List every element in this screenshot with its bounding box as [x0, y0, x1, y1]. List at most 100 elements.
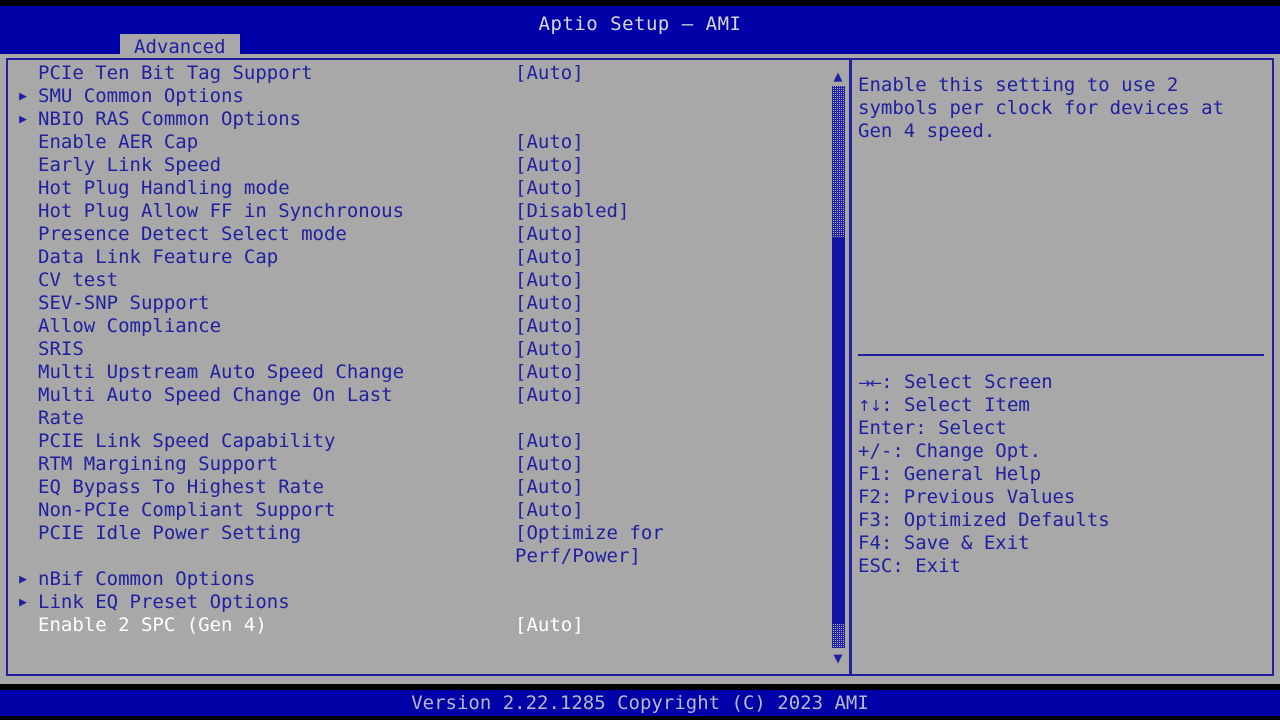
setting-label: SMU Common Options — [38, 85, 244, 107]
setting-row[interactable]: ▶ SMU Common Options — [10, 85, 822, 108]
setting-value[interactable]: [Auto] — [515, 292, 584, 315]
setting-label: Rate — [38, 407, 84, 429]
setting-row[interactable]: Early Link Speed [Auto] — [10, 154, 822, 177]
setting-row[interactable]: Enable 2 SPC (Gen 4) [Auto] — [10, 614, 822, 637]
setting-row[interactable]: Hot Plug Handling mode [Auto] — [10, 177, 822, 200]
setting-row[interactable]: ▶ NBIO RAS Common Options — [10, 108, 822, 131]
key-hint: F4: Save & Exit — [858, 532, 1268, 555]
setting-label: NBIO RAS Common Options — [38, 108, 302, 130]
setting-row[interactable]: Enable AER Cap [Auto] — [10, 131, 822, 154]
setting-row[interactable]: PCIE Idle Power Setting [Optimize for — [10, 522, 822, 545]
setting-label: Multi Auto Speed Change On Last — [38, 384, 393, 406]
setting-value[interactable]: [Auto] — [515, 430, 584, 453]
setting-value[interactable]: [Auto] — [515, 269, 584, 292]
page-title: Aptio Setup – AMI — [538, 13, 742, 35]
setting-row[interactable]: Allow Compliance [Auto] — [10, 315, 822, 338]
help-separator — [858, 354, 1264, 356]
setting-row[interactable]: EQ Bypass To Highest Rate [Auto] — [10, 476, 822, 499]
setting-label: Multi Upstream Auto Speed Change — [38, 361, 405, 383]
setting-row[interactable]: Perf/Power] — [10, 545, 822, 568]
arrow-keys-icon: →← — [858, 374, 882, 392]
setting-label: EQ Bypass To Highest Rate — [38, 476, 324, 498]
setting-value[interactable]: [Auto] — [515, 499, 584, 522]
setting-row[interactable]: Rate — [10, 407, 822, 430]
bios-setup-screen: Aptio Setup – AMI Advanced PCIe Ten Bit … — [0, 0, 1280, 720]
arrow-keys-icon: ↑↓ — [858, 397, 882, 415]
key-hint: F2: Previous Values — [858, 486, 1268, 509]
setting-row[interactable]: Non-PCIe Compliant Support [Auto] — [10, 499, 822, 522]
key-hint-label: Enter: Select — [858, 417, 1007, 439]
setting-value[interactable]: Perf/Power] — [515, 545, 641, 568]
setting-label: PCIE Link Speed Capability — [38, 430, 336, 452]
key-hint-label: +/-: Change Opt. — [858, 440, 1042, 462]
setting-row[interactable]: RTM Margining Support [Auto] — [10, 453, 822, 476]
key-hint-label: F4: Save & Exit — [858, 532, 1030, 554]
setting-row[interactable]: SEV-SNP Support [Auto] — [10, 292, 822, 315]
setting-row[interactable]: ▶ nBif Common Options — [10, 568, 822, 591]
key-hint-label: : Select Item — [881, 394, 1030, 416]
setting-row[interactable]: Hot Plug Allow FF in Synchronous [Disable… — [10, 200, 822, 223]
submenu-arrow-icon: ▶ — [19, 572, 27, 587]
setting-value[interactable]: [Auto] — [515, 361, 584, 384]
setting-label: Hot Plug Allow FF in Synchronous — [38, 200, 405, 222]
setting-value[interactable]: [Auto] — [515, 154, 584, 177]
setting-label: Hot Plug Handling mode — [38, 177, 290, 199]
help-panel: Enable this setting to use 2 symbols per… — [858, 66, 1270, 670]
setting-row[interactable]: Multi Auto Speed Change On Last [Auto] — [10, 384, 822, 407]
setting-value[interactable]: [Auto] — [515, 246, 584, 269]
setting-label: PCIe Ten Bit Tag Support — [38, 62, 313, 84]
scroll-down-arrow-icon[interactable]: ▼ — [830, 651, 846, 667]
setting-value[interactable]: [Auto] — [515, 453, 584, 476]
setting-value[interactable]: [Auto] — [515, 62, 584, 85]
setting-label: SEV-SNP Support — [38, 292, 210, 314]
setting-label: Link EQ Preset Options — [38, 591, 290, 613]
setting-label: nBif Common Options — [38, 568, 256, 590]
key-hint: F1: General Help — [858, 463, 1268, 486]
key-hint: Enter: Select — [858, 417, 1268, 440]
submenu-arrow-icon: ▶ — [19, 595, 27, 610]
setting-row[interactable]: Presence Detect Select mode [Auto] — [10, 223, 822, 246]
key-hint-label: F2: Previous Values — [858, 486, 1076, 508]
setting-label: Enable AER Cap — [38, 131, 199, 153]
setting-row[interactable]: SRIS [Auto] — [10, 338, 822, 361]
setting-value[interactable]: [Auto] — [515, 315, 584, 338]
version-text: Version 2.22.1285 Copyright (C) 2023 AMI — [411, 692, 869, 714]
title-bar: Aptio Setup – AMI Advanced — [0, 6, 1280, 60]
setting-value[interactable]: [Auto] — [515, 614, 584, 637]
setting-label: PCIE Idle Power Setting — [38, 522, 302, 544]
submenu-arrow-icon: ▶ — [19, 112, 27, 127]
setting-label: Non-PCIe Compliant Support — [38, 499, 336, 521]
setting-label: Enable 2 SPC (Gen 4) — [38, 614, 267, 636]
scrollbar[interactable]: ▲ ▼ — [828, 62, 848, 672]
setting-value[interactable]: [Auto] — [515, 476, 584, 499]
setting-label: Early Link Speed — [38, 154, 222, 176]
setting-row[interactable]: ▶ Link EQ Preset Options — [10, 591, 822, 614]
key-hint: →←: Select Screen — [858, 371, 1268, 394]
setting-row[interactable]: CV test [Auto] — [10, 269, 822, 292]
setting-row[interactable]: Data Link Feature Cap [Auto] — [10, 246, 822, 269]
setting-value[interactable]: [Auto] — [515, 384, 584, 407]
setting-label: Presence Detect Select mode — [38, 223, 347, 245]
scroll-up-arrow-icon[interactable]: ▲ — [830, 69, 846, 85]
scrollbar-thumb[interactable] — [832, 238, 845, 624]
setting-label: RTM Margining Support — [38, 453, 279, 475]
setting-value[interactable]: [Disabled] — [515, 200, 629, 223]
key-hint-label: : Select Screen — [881, 371, 1053, 393]
setting-label: Data Link Feature Cap — [38, 246, 279, 268]
footer-bar: Version 2.22.1285 Copyright (C) 2023 AMI — [0, 690, 1280, 716]
setting-row[interactable]: PCIe Ten Bit Tag Support [Auto] — [10, 62, 822, 85]
setting-value[interactable]: [Auto] — [515, 177, 584, 200]
setting-value[interactable]: [Auto] — [515, 131, 584, 154]
help-description: Enable this setting to use 2 symbols per… — [858, 74, 1236, 142]
setting-value[interactable]: [Optimize for — [515, 522, 664, 545]
setting-value[interactable]: [Auto] — [515, 223, 584, 246]
setting-value[interactable]: [Auto] — [515, 338, 584, 361]
key-hint: ESC: Exit — [858, 555, 1268, 578]
key-hint: +/-: Change Opt. — [858, 440, 1268, 463]
settings-list[interactable]: PCIe Ten Bit Tag Support [Auto] ▶ SMU Commo… — [10, 62, 822, 672]
setting-label: CV test — [38, 269, 119, 291]
setting-row[interactable]: Multi Upstream Auto Speed Change [Auto] — [10, 361, 822, 384]
key-hint: ↑↓: Select Item — [858, 394, 1268, 417]
submenu-arrow-icon: ▶ — [19, 89, 27, 104]
setting-row[interactable]: PCIE Link Speed Capability [Auto] — [10, 430, 822, 453]
